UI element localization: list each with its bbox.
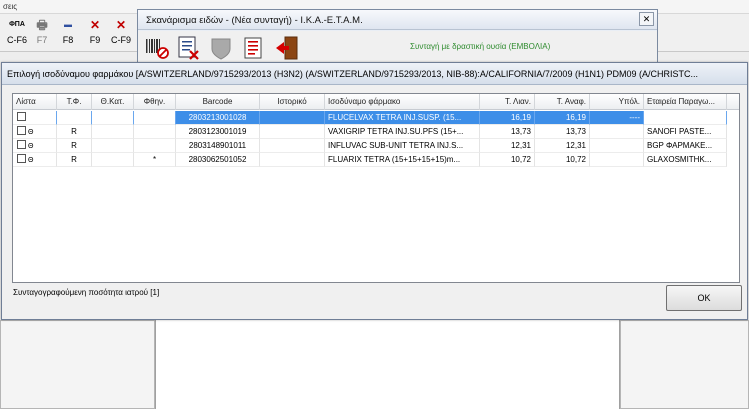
table-row[interactable]: 2803213001028 FLUCELVAX TETRA INJ.SUSP. …: [13, 111, 739, 125]
cell-lian: 10,72: [480, 153, 535, 167]
equivalent-drug-dialog: Επιλογή ισοδύναμου φαρμάκου [A/SWITZERLA…: [1, 62, 748, 320]
table-row[interactable]: Θ R 2803148901011 INFLUVAC SUB-UNIT TETR…: [13, 139, 739, 153]
ok-button[interactable]: OK: [666, 285, 742, 311]
background-left-pane: [0, 320, 155, 409]
cell-tf: [57, 111, 92, 125]
shield-button[interactable]: [208, 35, 234, 61]
cell-company: [644, 111, 727, 125]
cell-drug: INFLUVAC SUB-UNIT TETRA INJ.S...: [325, 139, 480, 153]
barcode-cancel-icon: [146, 39, 169, 59]
dialog-titlebar[interactable]: Επιλογή ισοδύναμου φαρμάκου [A/SWITZERLA…: [2, 63, 747, 85]
background-content-panel: [155, 320, 620, 409]
cell-company: GLAXOSMITHK...: [644, 153, 727, 167]
cell-barcode: 2803148901011: [176, 139, 260, 153]
cell-fthin: [134, 125, 176, 139]
cell-lian: 13,73: [480, 125, 535, 139]
cell-tf: R: [57, 139, 92, 153]
cell-istoriko: [260, 111, 325, 125]
cell-barcode: 2803213001028: [176, 111, 260, 125]
cell-thkat: [92, 125, 134, 139]
row-checkbox-cell[interactable]: Θ: [13, 153, 57, 167]
cell-tf: R: [57, 125, 92, 139]
scan-window-title: Σκανάρισμα ειδών - (Νέα συνταγή) - Ι.Κ.Α…: [146, 15, 363, 26]
cell-anaf: 10,72: [535, 153, 590, 167]
exit-door-icon: [276, 36, 298, 60]
row-checkbox-cell[interactable]: [13, 111, 57, 125]
column-header-company[interactable]: Εταιρεία Παραγω...: [644, 94, 727, 110]
column-header-ypol[interactable]: Υπόλ.: [590, 94, 644, 110]
cell-ypol: [590, 139, 644, 153]
row-checkbox-cell[interactable]: Θ: [13, 139, 57, 153]
cell-fthin: *: [134, 153, 176, 167]
column-header-tf[interactable]: Τ.Φ.: [57, 94, 92, 110]
column-header-barcode[interactable]: Barcode: [176, 94, 260, 110]
row-checkbox[interactable]: [17, 154, 26, 163]
cell-tf: R: [57, 153, 92, 167]
cell-istoriko: [260, 153, 325, 167]
cell-ypol: [590, 125, 644, 139]
cell-fthin: [134, 139, 176, 153]
cell-company: BGP ΦΑΡΜΑΚΕ...: [644, 139, 727, 153]
table-row[interactable]: Θ R 2803123001019 VAXIGRIP TETRA INJ.SU.…: [13, 125, 739, 139]
cell-ypol: ----: [590, 111, 644, 125]
background-right-pane: [620, 320, 749, 409]
cell-drug: FLUCELVAX TETRA INJ.SUSP. (15...: [325, 111, 480, 125]
cancel-document-button[interactable]: ✕ C-F9: [106, 16, 136, 50]
row-checkbox-cell[interactable]: Θ: [13, 125, 57, 139]
cell-barcode: 2803123001019: [176, 125, 260, 139]
column-header-drug[interactable]: Ισοδύναμο φάρμακο: [325, 94, 480, 110]
document-delete-icon: [178, 36, 199, 60]
cell-drug: VAXIGRIP TETRA INJ.SU.PFS (15+...: [325, 125, 480, 139]
cell-thkat: [92, 111, 134, 125]
prescribed-quantity-label: Συνταγογραφούμενη ποσότητα ιατρού [1]: [13, 288, 160, 297]
cell-drug: FLUARIX TETRA (15+15+15+15)m...: [325, 153, 480, 167]
cell-thkat: [92, 153, 134, 167]
dialog-title: Επιλογή ισοδύναμου φαρμάκου [A/SWITZERLA…: [7, 69, 698, 79]
scan-window-titlebar[interactable]: Σκανάρισμα ειδών - (Νέα συνταγή) - Ι.Κ.Α…: [138, 10, 657, 30]
cell-istoriko: [260, 139, 325, 153]
column-header-lian[interactable]: Τ. Λιαν.: [480, 94, 535, 110]
equivalent-drugs-grid: Λίστα Τ.Φ. Θ.Κατ. Φθην. Barcode Ιστορικό…: [12, 93, 740, 283]
close-icon: ✕: [642, 14, 651, 24]
column-header-lista[interactable]: Λίστα: [13, 94, 57, 110]
column-header-thkat[interactable]: Θ.Κατ.: [92, 94, 134, 110]
cell-ypol: [590, 153, 644, 167]
prescription-status-label: Συνταγή με δραστική ουσία (ΕΜΒΟΛΙΑ): [410, 42, 551, 51]
row-checkbox[interactable]: [17, 140, 26, 149]
row-checkbox[interactable]: [17, 126, 26, 135]
document-list-button[interactable]: [241, 35, 267, 61]
cell-lian: 12,31: [480, 139, 535, 153]
row-checkbox[interactable]: [17, 112, 26, 121]
cell-lian: 16,19: [480, 111, 535, 125]
cell-anaf: 12,31: [535, 139, 590, 153]
tool-icon: ▬: [64, 20, 72, 29]
shield-icon: [211, 38, 231, 60]
cancel-document-icon: ✕: [115, 18, 127, 32]
exit-button[interactable]: [274, 35, 300, 61]
cell-anaf: 13,73: [535, 125, 590, 139]
column-header-anaf[interactable]: Τ. Αναφ.: [535, 94, 590, 110]
document-list-icon: [244, 37, 262, 59]
grid-header: Λίστα Τ.Φ. Θ.Κατ. Φθην. Barcode Ιστορικό…: [13, 94, 739, 110]
scan-window-close-button[interactable]: ✕: [639, 12, 654, 26]
column-header-istoriko[interactable]: Ιστορικό: [260, 94, 325, 110]
barcode-cancel-button[interactable]: [144, 35, 170, 61]
cell-barcode: 2803062501052: [176, 153, 260, 167]
cell-company: SANOFI PASTE...: [644, 125, 727, 139]
table-row[interactable]: Θ R * 2803062501052 FLUARIX TETRA (15+15…: [13, 153, 739, 167]
document-delete-button[interactable]: [176, 35, 202, 61]
menu-fragment[interactable]: σεις: [3, 2, 17, 11]
cell-anaf: 16,19: [535, 111, 590, 125]
f8-button[interactable]: ▬ F8: [53, 16, 83, 50]
cell-thkat: [92, 139, 134, 153]
cell-fthin: [134, 111, 176, 125]
column-header-fthin[interactable]: Φθην.: [134, 94, 176, 110]
cell-istoriko: [260, 125, 325, 139]
